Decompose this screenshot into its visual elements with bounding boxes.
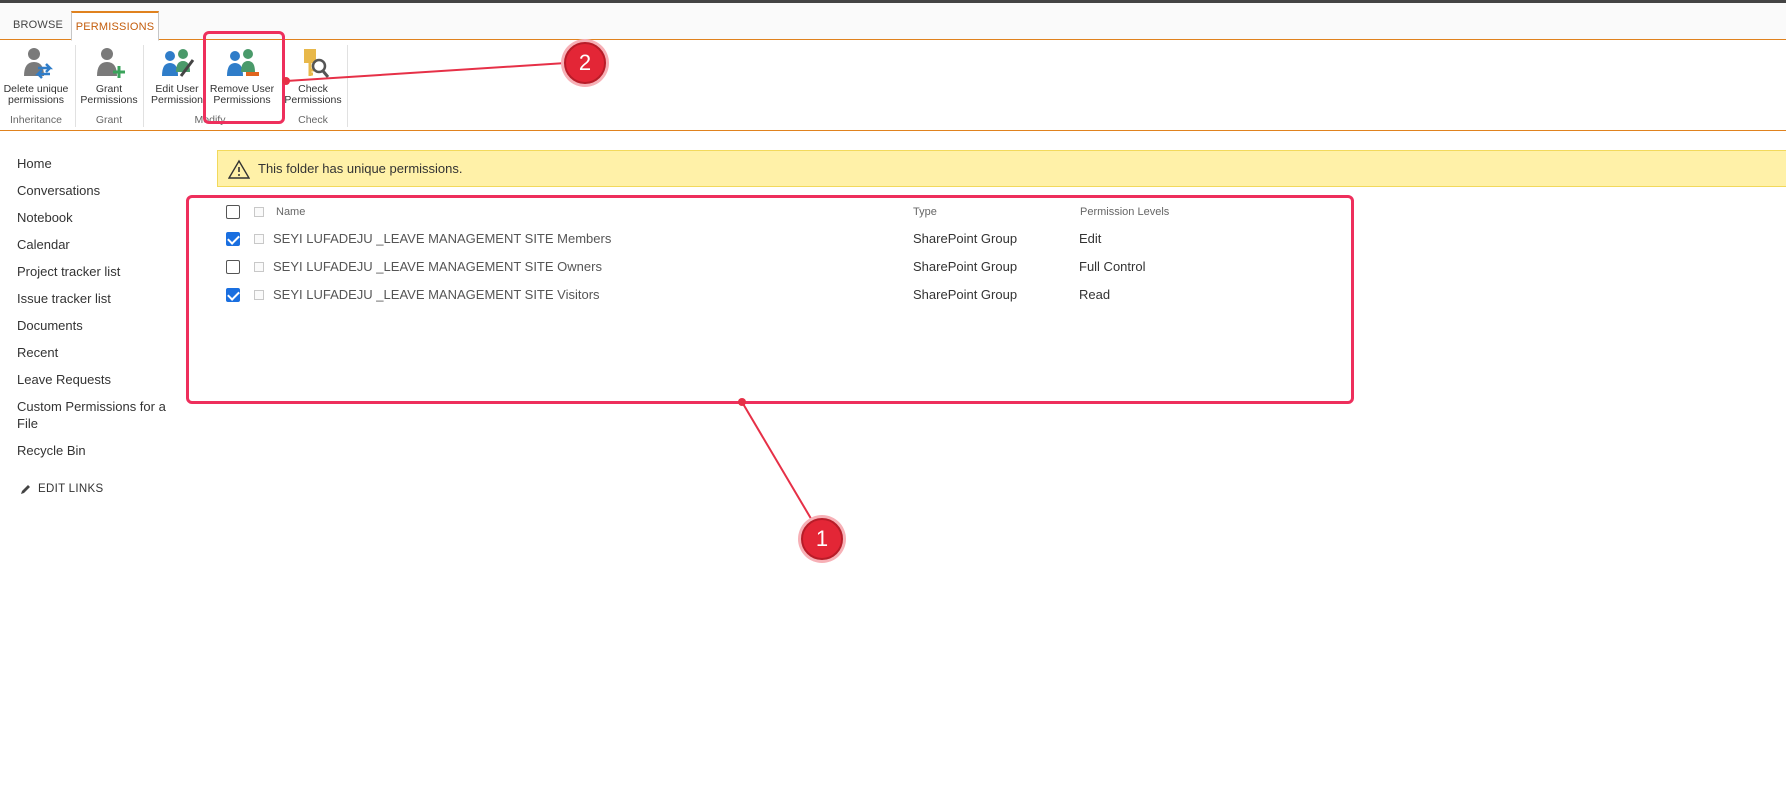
annotation-connector-lines xyxy=(282,62,814,523)
annotation-badge-1: 1 xyxy=(801,518,843,560)
annotation-badge-2: 2 xyxy=(564,42,606,84)
